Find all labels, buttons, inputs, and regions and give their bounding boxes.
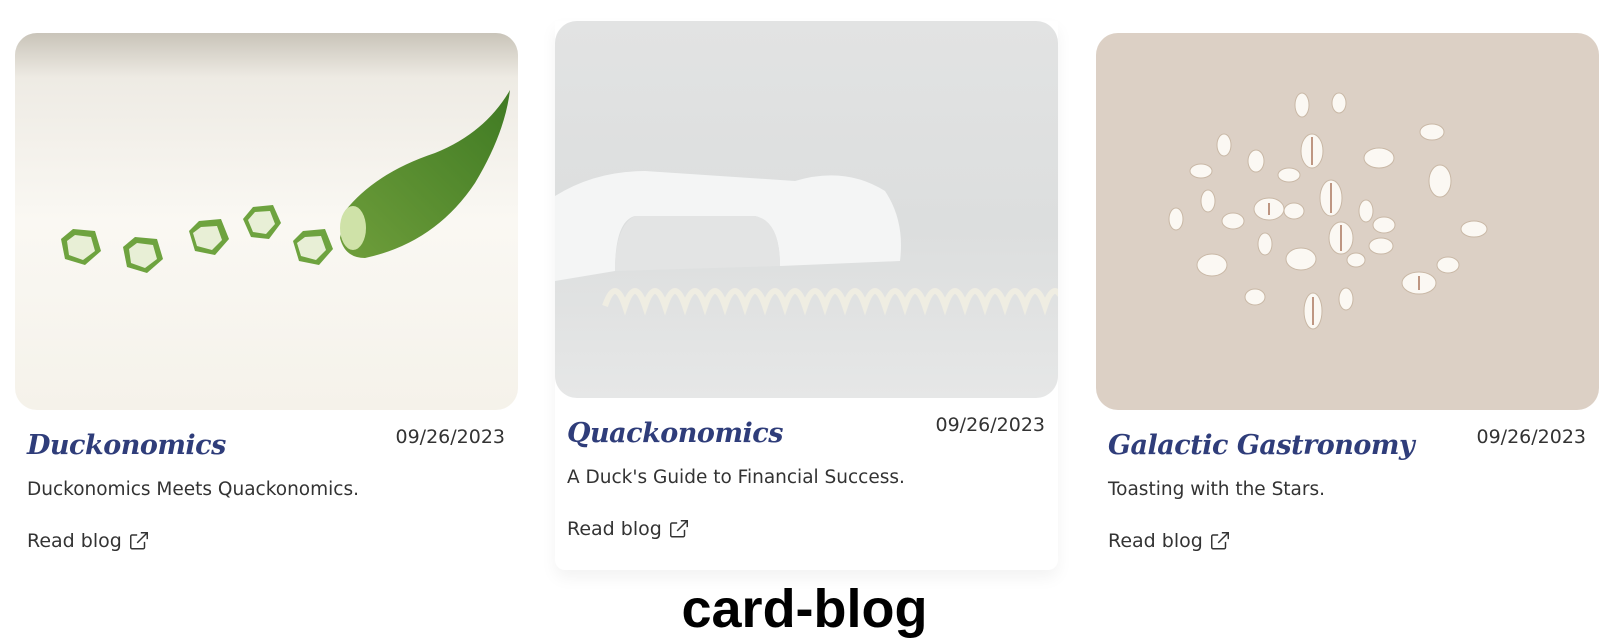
read-blog-link[interactable]: Read blog [1108,530,1231,552]
card-body: Galactic Gastronomy 09/26/2023 Toasting … [1096,410,1599,582]
card-description: Toasting with the Stars. [1108,479,1326,500]
read-blog-link[interactable]: Read blog [567,518,690,540]
card-title[interactable]: Duckonomics [27,430,226,461]
read-blog-label: Read blog [27,530,122,552]
card-title[interactable]: Quackonomics [567,418,783,449]
read-blog-label: Read blog [567,518,662,540]
card-date: 09/26/2023 [1476,426,1586,448]
blog-card-quackonomics: Quackonomics 09/26/2023 A Duck's Guide t… [555,21,1058,570]
read-blog-link[interactable]: Read blog [27,530,150,552]
blog-card-galactic-gastronomy: Galactic Gastronomy 09/26/2023 Toasting … [1096,33,1599,582]
card-image-shells[interactable] [1096,33,1599,410]
card-body: Duckonomics 09/26/2023 Duckonomics Meets… [15,410,518,582]
blog-card-duckonomics: Duckonomics 09/26/2023 Duckonomics Meets… [15,33,518,582]
card-body: Quackonomics 09/26/2023 A Duck's Guide t… [555,398,1058,570]
okra-image [15,33,518,410]
external-link-icon [669,520,688,538]
component-caption: card-blog [681,579,928,639]
card-image-okra[interactable] [15,33,518,410]
card-description: A Duck's Guide to Financial Success. [567,467,905,488]
external-link-icon [1210,532,1229,550]
card-date: 09/26/2023 [395,426,505,448]
card-description: Duckonomics Meets Quackonomics. [27,479,359,500]
cowrie-shells-image [1096,33,1599,410]
card-date: 09/26/2023 [935,414,1045,436]
external-link-icon [129,532,148,550]
read-blog-label: Read blog [1108,530,1203,552]
telephone-image [555,21,1058,398]
card-image-telephone[interactable] [555,21,1058,398]
card-title[interactable]: Galactic Gastronomy [1108,430,1415,461]
